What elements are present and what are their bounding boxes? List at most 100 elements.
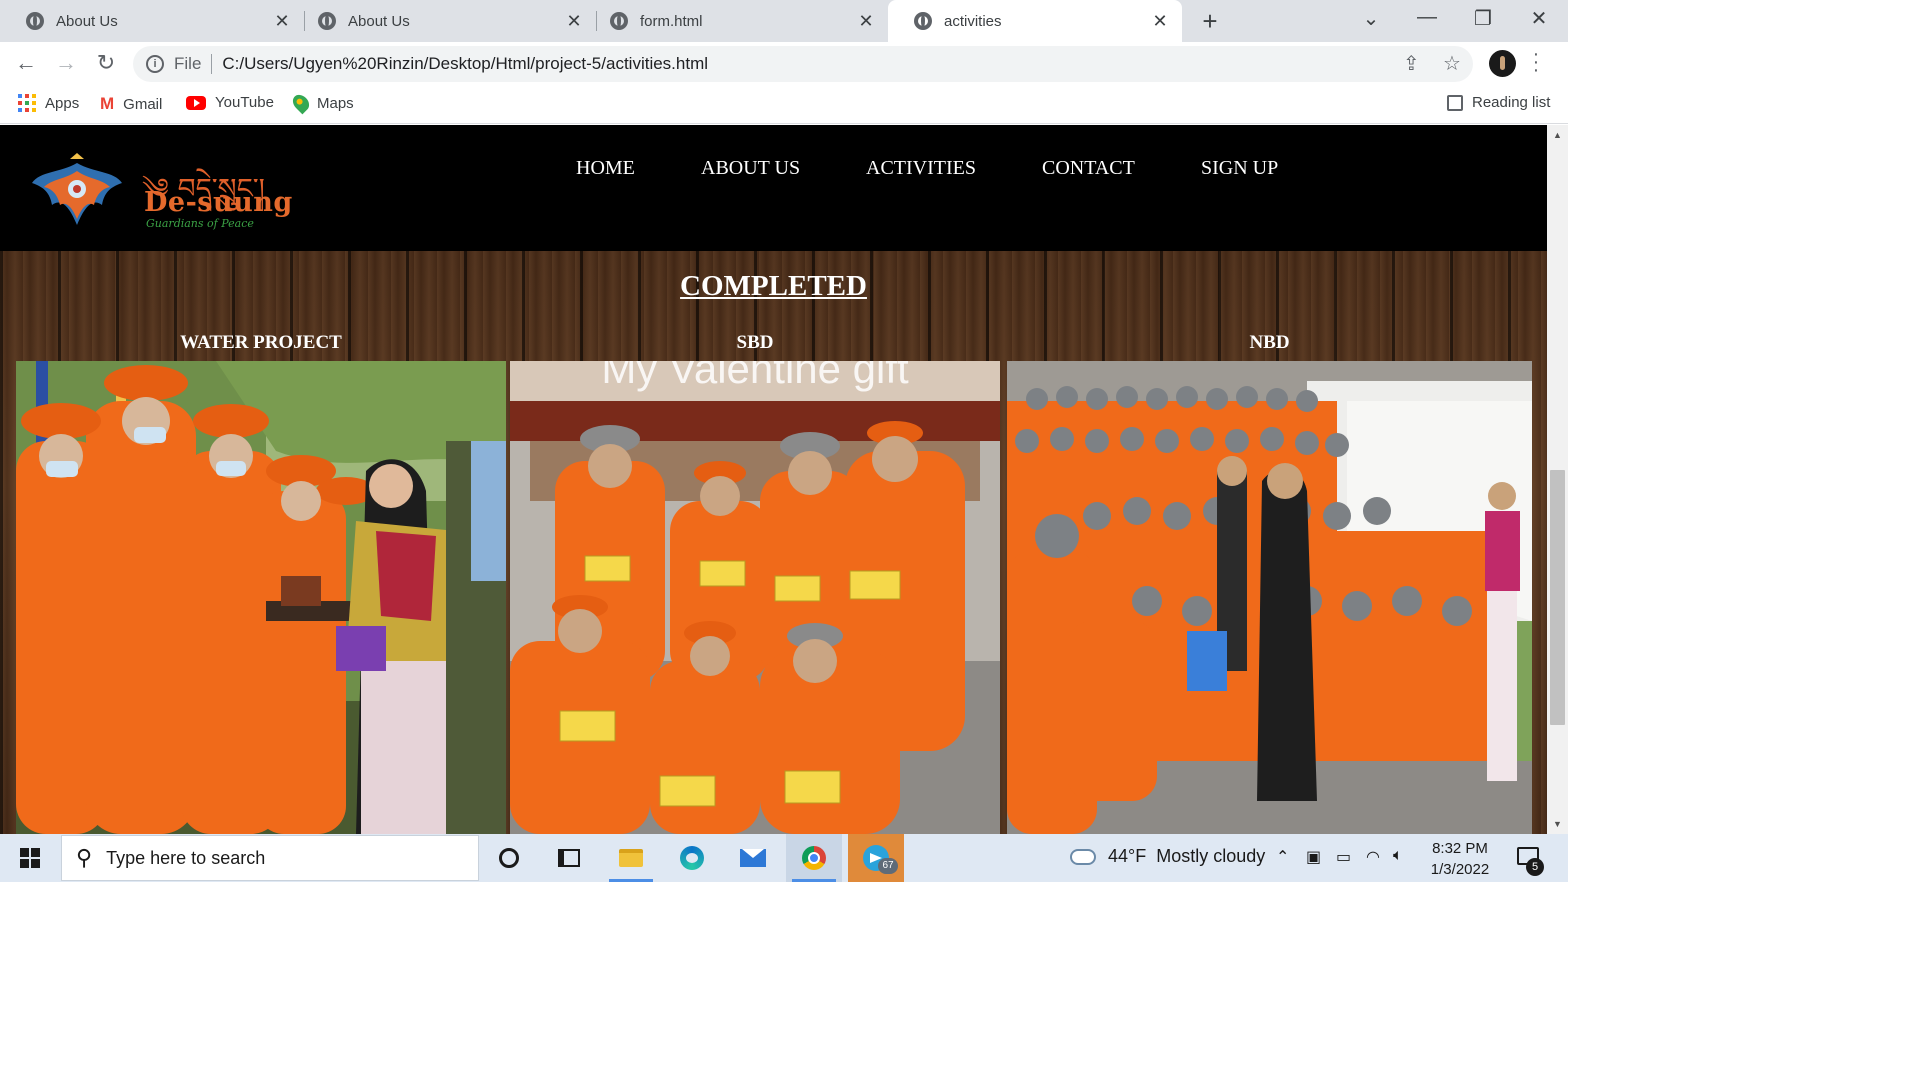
close-tab-icon[interactable]: ✕: [856, 11, 876, 32]
bookmark-apps[interactable]: Apps: [18, 94, 79, 112]
bookmark-maps[interactable]: Maps: [289, 91, 354, 115]
restore-icon[interactable]: ❐: [1468, 6, 1498, 31]
desuung-emblem-icon: [32, 153, 122, 225]
tab-about-us-1[interactable]: About Us ✕: [0, 0, 304, 42]
reload-icon[interactable]: ↻: [92, 50, 120, 76]
meet-now-icon[interactable]: ▣: [1306, 847, 1321, 867]
profile-avatar[interactable]: [1489, 50, 1516, 77]
windows-start-icon[interactable]: [20, 848, 40, 868]
tab-title: form.html: [640, 12, 703, 30]
page-viewport: ༄ བདེ་སྲུང་། De-suung Guardians of Peace…: [0, 125, 1547, 834]
photo-sbd: My Valentine gift: [510, 361, 1000, 834]
photo-overlay-text: My Valentine gift: [601, 361, 909, 392]
project-label-water: WATER PROJECT: [180, 332, 342, 353]
bookmark-label: Gmail: [123, 95, 163, 113]
tab-about-us-2[interactable]: About Us ✕: [292, 0, 596, 42]
new-tab-button[interactable]: +: [1196, 6, 1224, 37]
wifi-icon[interactable]: ◠: [1366, 847, 1380, 867]
weather-temp: 44°F: [1108, 846, 1147, 866]
chrome-icon: [802, 846, 826, 870]
mail-icon: [740, 849, 766, 867]
reading-list-icon: [1447, 94, 1463, 111]
tab-form[interactable]: form.html ✕: [584, 0, 888, 42]
battery-icon[interactable]: ▭: [1336, 847, 1351, 867]
volume-icon[interactable]: 🔈︎: [1393, 847, 1403, 865]
nav-home[interactable]: HOME: [576, 157, 635, 181]
minimize-icon[interactable]: —: [1412, 6, 1442, 29]
search-icon: ⚲: [76, 845, 93, 870]
photo-water-project: [16, 361, 506, 834]
address-bar[interactable]: i File C:/Users/Ugyen%20Rinzin/Desktop/H…: [133, 46, 1473, 82]
url-text[interactable]: C:/Users/Ugyen%20Rinzin/Desktop/Html/pro…: [222, 54, 708, 74]
tab-activities[interactable]: activities ✕: [888, 0, 1182, 42]
clock-time: 8:32 PM: [1432, 840, 1488, 857]
bookmarks-bar: Apps M Gmail YouTube Maps Reading list: [0, 86, 1568, 124]
photo-nbd: [1007, 361, 1532, 834]
close-tab-icon[interactable]: ✕: [564, 11, 584, 32]
nav-activities[interactable]: ACTIVITIES: [866, 157, 976, 181]
info-icon[interactable]: i: [146, 55, 164, 73]
nav-contact[interactable]: CONTACT: [1042, 157, 1135, 181]
scroll-down-arrow-icon[interactable]: ▼: [1547, 816, 1568, 832]
windows-taskbar: ⚲ Type here to search 67 44°F Mostly clo…: [0, 834, 1568, 882]
nav-about-us[interactable]: ABOUT US: [701, 157, 800, 181]
site-header: ༄ བདེ་སྲུང་། De-suung Guardians of Peace…: [0, 125, 1547, 251]
cloudy-weather-icon: [1066, 843, 1096, 865]
browser-menu-icon[interactable]: · · ·: [1530, 44, 1542, 80]
bookmark-label: Apps: [45, 94, 80, 112]
weather-widget[interactable]: 44°F Mostly cloudy: [1066, 843, 1266, 867]
address-divider: [211, 54, 213, 74]
close-tab-icon[interactable]: ✕: [272, 11, 292, 32]
clock-date: 1/3/2022: [1430, 861, 1490, 878]
globe-icon: [26, 12, 44, 30]
scroll-up-arrow-icon[interactable]: ▲: [1547, 127, 1568, 143]
taskbar-search-box[interactable]: ⚲ Type here to search: [61, 835, 479, 881]
cortana-button[interactable]: [481, 834, 537, 882]
scroll-thumb[interactable]: [1550, 470, 1565, 725]
notification-badge: 5: [1526, 858, 1544, 876]
apps-grid-icon: [18, 94, 36, 112]
task-view-button[interactable]: [541, 834, 597, 882]
nav-sign-up[interactable]: SIGN UP: [1201, 157, 1278, 181]
reading-list-label: Reading list: [1472, 94, 1551, 111]
share-icon[interactable]: ⇪: [1403, 51, 1420, 76]
back-arrow-icon[interactable]: ←: [12, 50, 40, 76]
close-window-icon[interactable]: ✕: [1524, 6, 1554, 31]
bookmark-star-icon[interactable]: ☆: [1443, 51, 1461, 76]
cortana-icon: [499, 848, 519, 868]
search-placeholder: Type here to search: [106, 847, 266, 868]
globe-icon: [914, 12, 932, 30]
system-clock[interactable]: 8:32 PM 1/3/2022: [1418, 838, 1502, 880]
chrome-button[interactable]: [786, 834, 842, 882]
weather-condition: Mostly cloudy: [1156, 846, 1266, 866]
bookmark-youtube[interactable]: YouTube: [186, 94, 274, 111]
file-explorer-icon: [619, 849, 643, 867]
chevron-up-icon[interactable]: ⌃: [1276, 847, 1289, 867]
project-label-nbd: NBD: [1249, 332, 1290, 353]
section-title: COMPLETED: [680, 270, 867, 302]
logo-tagline: Guardians of Peace: [146, 217, 254, 230]
mail-button[interactable]: [725, 834, 781, 882]
gmail-icon: M: [100, 94, 115, 113]
tab-title: activities: [944, 12, 1002, 30]
tab-strip: About Us ✕ About Us ✕ form.html ✕ activi…: [0, 0, 1568, 42]
tab-search-chevron-icon[interactable]: ⌄: [1356, 6, 1386, 31]
tab-title: About Us: [348, 12, 410, 30]
forward-arrow-icon[interactable]: →: [52, 50, 80, 76]
telegram-button[interactable]: 67: [848, 834, 904, 882]
nbd-image: [1007, 361, 1532, 834]
reading-list-button[interactable]: Reading list: [1447, 94, 1550, 111]
bookmark-label: Maps: [317, 94, 354, 112]
tab-title: About Us: [56, 12, 118, 30]
site-logo[interactable]: ༄ བདེ་སྲུང་། De-suung Guardians of Peace: [30, 153, 292, 233]
bookmark-gmail[interactable]: M Gmail: [100, 94, 162, 114]
edge-button[interactable]: [664, 834, 720, 882]
logo-name: De-suung: [144, 187, 293, 218]
maps-icon: [289, 91, 313, 115]
water-project-image: [16, 361, 506, 834]
close-tab-icon[interactable]: ✕: [1150, 11, 1170, 32]
page-scrollbar[interactable]: ▲ ▼: [1547, 125, 1568, 834]
file-explorer-button[interactable]: [603, 834, 659, 882]
telegram-badge: 67: [878, 858, 898, 874]
bookmark-label: YouTube: [215, 94, 274, 111]
